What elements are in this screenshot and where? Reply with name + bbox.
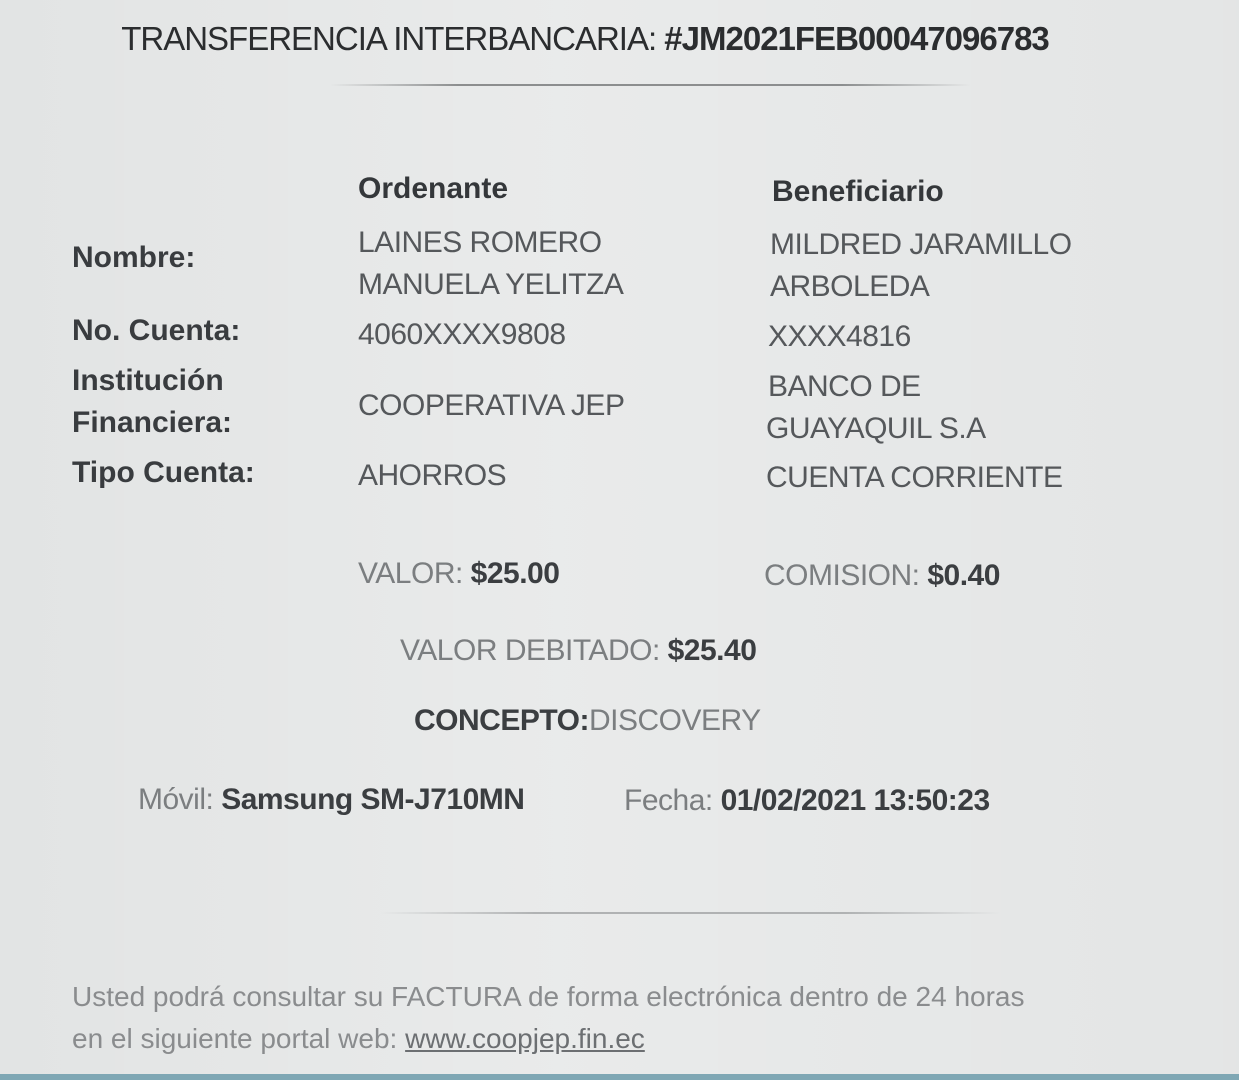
movil-line: Móvil: Samsung SM-J710MN bbox=[138, 783, 525, 817]
footer-divider bbox=[380, 912, 1000, 914]
fecha-value: 01/02/2021 13:50:23 bbox=[720, 784, 991, 817]
fecha-line: Fecha: 01/02/2021 13:50:23 bbox=[624, 784, 990, 818]
beneficiario-nombre-line2: ARBOLEDA bbox=[770, 270, 930, 303]
valor-line: VALOR: $25.00 bbox=[358, 557, 560, 591]
title-prefix: TRANSFERENCIA INTERBANCARIA: bbox=[121, 20, 665, 57]
movil-label: Móvil: bbox=[138, 783, 222, 816]
beneficiario-institucion-line2: GUAYAQUIL S.A bbox=[766, 412, 986, 445]
concepto-line: CONCEPTO:DISCOVERY bbox=[414, 704, 761, 738]
ordenante-institucion: COOPERATIVA JEP bbox=[358, 389, 625, 422]
window-bottom-bar bbox=[0, 1074, 1239, 1080]
concepto-label: CONCEPTO: bbox=[414, 704, 589, 737]
beneficiario-tipo-cuenta: CUENTA CORRIENTE bbox=[766, 461, 1063, 494]
ordenante-cuenta: 4060XXXX9808 bbox=[358, 318, 566, 351]
label-nombre: Nombre: bbox=[72, 241, 196, 274]
comision-label: COMISION: bbox=[764, 559, 928, 592]
beneficiario-nombre-line1: MILDRED JARAMILLO bbox=[770, 228, 1072, 261]
page-title: TRANSFERENCIA INTERBANCARIA: #JM2021FEB0… bbox=[0, 20, 1170, 58]
header-ordenante: Ordenante bbox=[358, 172, 509, 205]
valor-debitado-label: VALOR DEBITADO: bbox=[400, 634, 668, 667]
label-institucion-line2: Financiera: bbox=[72, 406, 233, 439]
portal-link[interactable]: www.coopjep.fin.ec bbox=[405, 1023, 645, 1054]
comision-line: COMISION: $0.40 bbox=[764, 559, 1000, 593]
fecha-label: Fecha: bbox=[624, 784, 721, 817]
concepto-value: DISCOVERY bbox=[588, 704, 761, 737]
header-beneficiario: Beneficiario bbox=[772, 175, 944, 208]
valor-label: VALOR: bbox=[358, 557, 471, 590]
title-divider bbox=[330, 84, 970, 86]
label-cuenta: No. Cuenta: bbox=[72, 314, 241, 347]
movil-value: Samsung SM-J710MN bbox=[221, 783, 525, 816]
valor-debitado-amount: $25.40 bbox=[667, 634, 757, 667]
comision-amount: $0.40 bbox=[927, 559, 1000, 592]
valor-debitado-line: VALOR DEBITADO: $25.40 bbox=[400, 634, 757, 668]
transfer-code: #JM2021FEB00047096783 bbox=[664, 20, 1049, 57]
label-tipo-cuenta: Tipo Cuenta: bbox=[72, 456, 255, 489]
beneficiario-cuenta: XXXX4816 bbox=[768, 320, 911, 353]
ordenante-nombre-line2: MANUELA YELITZA bbox=[358, 268, 624, 301]
ordenante-tipo-cuenta: AHORROS bbox=[358, 459, 507, 492]
valor-amount: $25.00 bbox=[470, 557, 560, 590]
beneficiario-institucion-line1: BANCO DE bbox=[768, 370, 921, 403]
receipt-screen: TRANSFERENCIA INTERBANCARIA: #JM2021FEB0… bbox=[0, 0, 1239, 1080]
label-institucion-line1: Institución bbox=[72, 364, 224, 397]
ordenante-nombre-line1: LAINES ROMERO bbox=[358, 226, 602, 259]
footer-note: Usted podrá consultar su FACTURA de form… bbox=[72, 976, 1052, 1060]
